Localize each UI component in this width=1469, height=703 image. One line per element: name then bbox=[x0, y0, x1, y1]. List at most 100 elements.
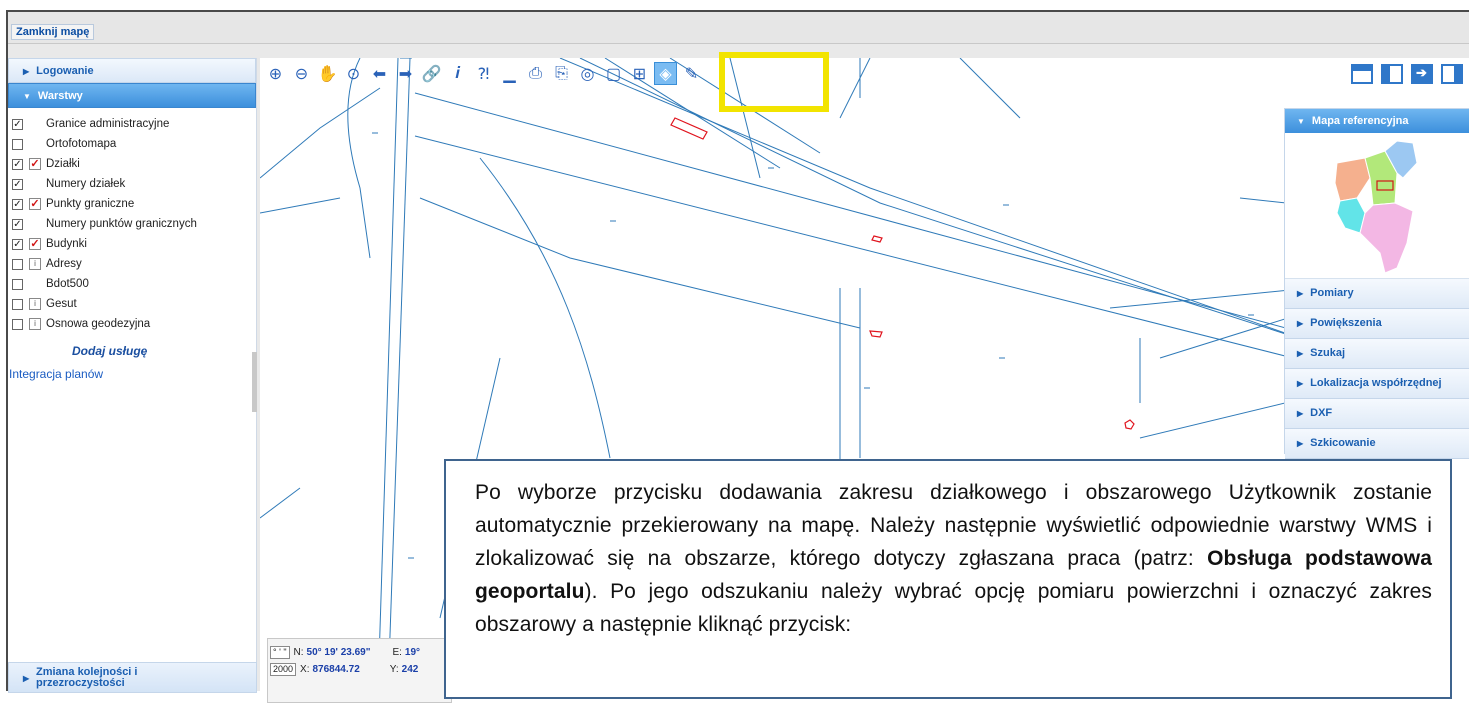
layer-list: ✓ Granice administracyjne Ortofotomapa ✓ ✓ Dz… bbox=[8, 108, 256, 334]
blank-icon bbox=[29, 278, 41, 290]
right-panel-list: ▶ Pomiary ▶ Powiększenia ▶ Szukaj ▶ Lokalizacja… bbox=[1285, 279, 1469, 459]
zoom-out-icon[interactable]: ⊖ bbox=[290, 62, 313, 85]
e-value: 19° bbox=[404, 647, 421, 658]
layer-label: Osnowa geodezyjna bbox=[46, 318, 151, 330]
n-label: N: bbox=[293, 647, 304, 658]
back-arrow-icon[interactable]: ⬅ bbox=[368, 62, 391, 85]
close-map-button[interactable]: Zamknij mapę bbox=[11, 24, 95, 40]
zoom-extent-icon[interactable]: ⊙ bbox=[342, 62, 365, 85]
layer-checkbox[interactable]: ✓ bbox=[12, 198, 23, 210]
layer-item[interactable]: ✓ Granice administracyjne bbox=[12, 114, 256, 134]
layout-top-icon[interactable] bbox=[1351, 64, 1373, 84]
chevron-right-icon: ▶ bbox=[1297, 379, 1304, 388]
right-panel-item[interactable]: ▶ Szukaj bbox=[1285, 339, 1469, 369]
login-panel-header[interactable]: ▶ Logowanie bbox=[8, 58, 256, 83]
blank-icon bbox=[29, 178, 41, 190]
right-panel-item[interactable]: ▶ DXF bbox=[1285, 399, 1469, 429]
layer-item[interactable]: i Adresy bbox=[12, 254, 256, 274]
info-icon[interactable]: 𝒊 bbox=[446, 62, 469, 85]
layer-checkbox[interactable]: ✓ bbox=[12, 238, 23, 250]
layer-checkbox[interactable]: ✓ bbox=[12, 158, 23, 170]
measure-ruler-icon[interactable]: ▁ bbox=[498, 62, 521, 85]
layer-checkbox[interactable] bbox=[12, 138, 23, 150]
sidebar-splitter[interactable] bbox=[252, 352, 257, 412]
layer-info-icon[interactable]: i bbox=[29, 318, 41, 330]
add-service-link[interactable]: Dodaj usługę bbox=[72, 344, 256, 358]
add-area-range-icon[interactable]: ◈ bbox=[654, 62, 677, 85]
layer-checkbox[interactable]: ✓ bbox=[12, 118, 23, 130]
layer-label: Budynki bbox=[46, 238, 87, 250]
pan-hand-icon[interactable]: ✋ bbox=[316, 62, 339, 85]
layer-item[interactable]: ✓ Numery działek bbox=[12, 174, 256, 194]
right-panel-item[interactable]: ▶ Lokalizacja współrzędnej bbox=[1285, 369, 1469, 399]
layer-order-label-line2: przezroczystości bbox=[36, 677, 125, 689]
layer-checkbox[interactable] bbox=[12, 258, 23, 270]
pencil-icon[interactable]: ✎ bbox=[680, 62, 703, 85]
right-panel-item[interactable]: ▶ Pomiary bbox=[1285, 279, 1469, 309]
layer-label: Działki bbox=[46, 158, 80, 170]
n-value: 50° 19' 23.69" bbox=[306, 647, 371, 658]
plans-integration-link[interactable]: Integracja planów bbox=[9, 367, 256, 381]
reference-map[interactable] bbox=[1285, 133, 1469, 279]
layer-label: Gesut bbox=[46, 298, 77, 310]
link-icon[interactable]: 🔗 bbox=[420, 62, 443, 85]
right-panel-item[interactable]: ▶ Powiększenia bbox=[1285, 309, 1469, 339]
crs-toggle[interactable]: 2000 bbox=[270, 663, 297, 676]
layer-item[interactable]: ✓ ✓ Punkty graniczne bbox=[12, 194, 256, 214]
layer-label: Granice administracyjne bbox=[46, 118, 170, 130]
print-icon[interactable]: ⎙ bbox=[524, 62, 547, 85]
clip-icon[interactable]: ▢ bbox=[602, 62, 625, 85]
layer-checkbox[interactable]: ✓ bbox=[12, 178, 23, 190]
reference-map-label: Mapa referencyjna bbox=[1311, 115, 1409, 127]
print-preview-icon[interactable]: ⎘ bbox=[550, 62, 573, 85]
right-panel-item-label: Szukaj bbox=[1310, 347, 1346, 359]
chevron-right-icon: ▶ bbox=[1297, 289, 1304, 298]
layer-item[interactable]: i Gesut bbox=[12, 294, 256, 314]
layer-item[interactable]: ✓ ✓ Działki bbox=[12, 154, 256, 174]
right-panel-item[interactable]: ▶ Szkicowanie bbox=[1285, 429, 1469, 459]
layer-item[interactable]: Ortofotomapa bbox=[12, 134, 256, 154]
layer-checkbox[interactable] bbox=[12, 318, 23, 330]
instruction-callout: Po wyborze przycisku dodawania zakresu d… bbox=[444, 459, 1452, 699]
layout-export-icon[interactable]: ➔ bbox=[1411, 64, 1433, 84]
blank-icon bbox=[29, 118, 41, 130]
layer-item[interactable]: ✓ Numery punktów granicznych bbox=[12, 214, 256, 234]
layer-checkbox[interactable]: ✓ bbox=[12, 218, 23, 230]
zoom-in-icon[interactable]: ⊕ bbox=[264, 62, 287, 85]
top-bar: Zamknij mapę bbox=[8, 12, 1469, 44]
layout-switcher: ➔ bbox=[1351, 64, 1463, 84]
legend-check-icon: ✓ bbox=[29, 238, 41, 250]
layout-left-icon[interactable] bbox=[1381, 64, 1403, 84]
callout-text-end: ). Po jego odszukaniu należy wybrać opcj… bbox=[475, 580, 1432, 636]
reference-map-header[interactable]: ▼ Mapa referencyjna bbox=[1285, 109, 1469, 133]
legend-check-icon: ✓ bbox=[29, 198, 41, 210]
layer-item[interactable]: ✓ ✓ Budynki bbox=[12, 234, 256, 254]
chevron-right-icon: ▶ bbox=[1297, 349, 1304, 358]
layer-label: Numery działek bbox=[46, 178, 126, 190]
add-parcel-range-icon[interactable]: ⊞ bbox=[628, 62, 651, 85]
globe-icon[interactable]: ◎ bbox=[576, 62, 599, 85]
map-toolbar: ⊕ ⊖ ✋ ⊙ ⬅ ➡ 🔗 𝒊 ⁈ ▁ ⎙ ⎘ ◎ ▢ ⊞ ◈ ✎ bbox=[264, 62, 703, 85]
layers-panel-header[interactable]: ▼ Warstwy bbox=[8, 83, 256, 108]
layout-right-icon[interactable] bbox=[1441, 64, 1463, 84]
layer-info-icon[interactable]: i bbox=[29, 258, 41, 270]
coordinate-format-toggle[interactable]: ° ' " bbox=[270, 646, 290, 659]
blank-icon bbox=[29, 218, 41, 230]
chevron-right-icon: ▶ bbox=[1297, 319, 1304, 328]
layer-item[interactable]: Bdot500 bbox=[12, 274, 256, 294]
chevron-right-icon: ▶ bbox=[1297, 409, 1304, 418]
query-icon[interactable]: ⁈ bbox=[472, 62, 495, 85]
layer-item[interactable]: i Osnowa geodezyjna bbox=[12, 314, 256, 334]
chevron-right-icon: ▶ bbox=[23, 674, 30, 683]
layer-checkbox[interactable] bbox=[12, 278, 23, 290]
right-panel-item-label: Szkicowanie bbox=[1310, 437, 1376, 449]
reference-map-graphic bbox=[1334, 140, 1418, 274]
sidebar: ▶ Logowanie ▼ Warstwy ✓ Granice administrac… bbox=[8, 58, 257, 693]
layer-order-panel-header[interactable]: ▶ Zmiana kolejności i przezroczystości bbox=[8, 662, 257, 693]
right-panel-item-label: DXF bbox=[1310, 407, 1333, 419]
layer-checkbox[interactable] bbox=[12, 298, 23, 310]
right-panel-item-label: Lokalizacja współrzędnej bbox=[1310, 377, 1442, 389]
forward-arrow-icon[interactable]: ➡ bbox=[394, 62, 417, 85]
layer-info-icon[interactable]: i bbox=[29, 298, 41, 310]
e-label: E: bbox=[392, 647, 402, 658]
